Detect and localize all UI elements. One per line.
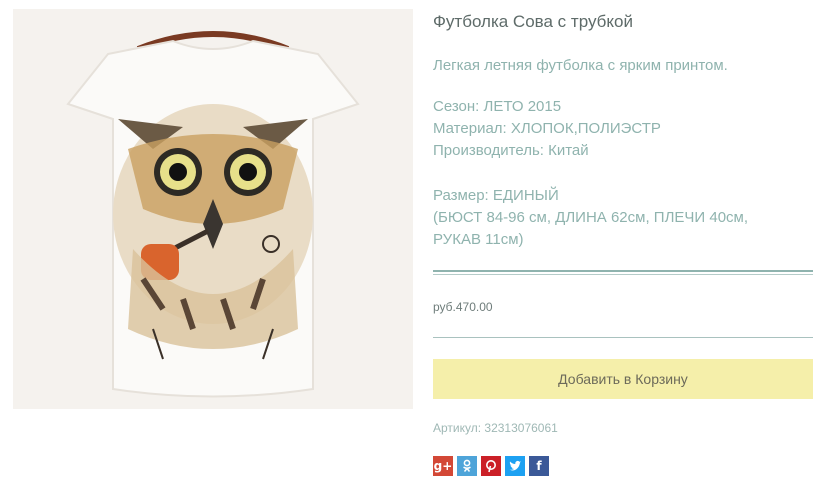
- divider: [433, 337, 813, 338]
- google-plus-icon[interactable]: g+: [433, 456, 453, 476]
- add-to-cart-button[interactable]: Добавить в Корзину: [433, 359, 813, 399]
- twitter-icon[interactable]: [505, 456, 525, 476]
- product-description: Легкая летняя футболка с ярким принтом.: [433, 57, 728, 74]
- odnoklassniki-icon[interactable]: [457, 456, 477, 476]
- product-title: Футболка Сова с трубкой: [433, 12, 633, 31]
- pinterest-icon[interactable]: [481, 456, 501, 476]
- spec-season: Сезон: ЛЕТО 2015: [433, 98, 562, 115]
- divider: [433, 270, 813, 275]
- product-sku: Артикул: 32313076061: [433, 421, 558, 435]
- size-sleeve: РУКАВ 11см): [433, 231, 524, 248]
- spec-manufacturer: Производитель: Китай: [433, 142, 589, 159]
- size-label: Размер: ЕДИНЫЙ: [433, 187, 559, 204]
- share-buttons: g+ f: [433, 456, 549, 476]
- product-price: руб.470.00: [433, 300, 493, 314]
- size-measurements: (БЮСТ 84-96 см, ДЛИНА 62см, ПЛЕЧИ 40см,: [433, 209, 749, 226]
- facebook-icon[interactable]: f: [529, 456, 549, 476]
- product-image[interactable]: [13, 9, 413, 409]
- product-specs: Сезон: ЛЕТО 2015 Материал: ХЛОПОК,ПОЛИЭС…: [433, 96, 813, 162]
- product-size: Размер: ЕДИНЫЙ (БЮСТ 84-96 см, ДЛИНА 62с…: [433, 185, 813, 251]
- spec-material: Материал: ХЛОПОК,ПОЛИЭСТР: [433, 120, 661, 137]
